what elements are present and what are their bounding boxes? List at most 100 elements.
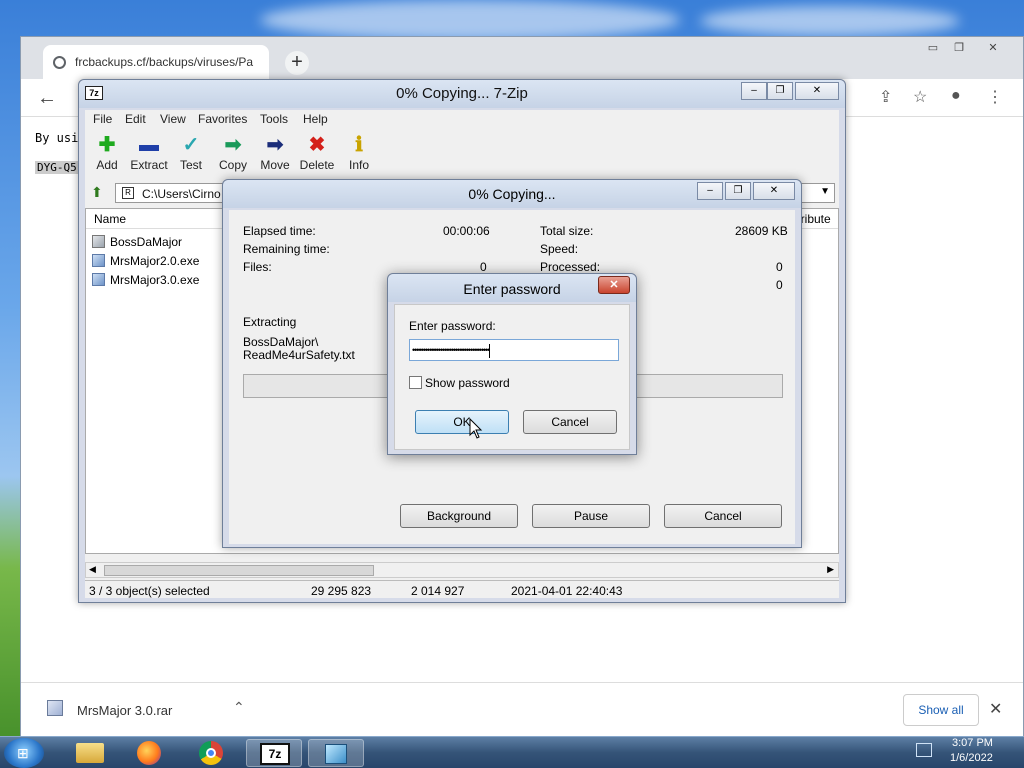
- browser-tab-title: frcbackups.cf/backups/viruses/Pa: [75, 55, 254, 69]
- page-key-text: DYG-Q5: [35, 161, 79, 174]
- 7zip-window-title: 0% Copying... 7-Zip: [396, 85, 528, 102]
- up-folder-icon[interactable]: ⬆: [91, 184, 103, 201]
- scroll-left-icon[interactable]: ◀: [89, 564, 96, 575]
- password-title-bar: Enter password ✕: [388, 274, 636, 302]
- share-icon[interactable]: ⇪: [879, 87, 892, 107]
- add-button[interactable]: ✚ Add: [87, 132, 127, 172]
- mouse-cursor-icon: [469, 418, 483, 439]
- close-icon[interactable]: ✕: [981, 41, 1005, 57]
- taskbar-chrome[interactable]: [184, 739, 240, 767]
- browser-tab[interactable]: frcbackups.cf/backups/viruses/Pa: [43, 45, 269, 79]
- star-icon[interactable]: ☆: [913, 87, 927, 107]
- taskbar-explorer[interactable]: [62, 739, 118, 767]
- test-button[interactable]: ✓ Test: [171, 132, 211, 172]
- new-tab-button[interactable]: +: [285, 51, 309, 75]
- close-icon[interactable]: ✕: [795, 82, 839, 100]
- password-input[interactable]: ••••••••••••••••••••••••••••••••••••: [409, 339, 619, 361]
- menu-bar: File Edit View Favorites Tools Help: [85, 110, 839, 128]
- copy-button[interactable]: ➡ Copy: [213, 132, 253, 172]
- windows-logo-icon: ⊞: [17, 745, 29, 761]
- profile-icon[interactable]: ●: [951, 87, 961, 105]
- taskbar-7zip[interactable]: 7z: [246, 739, 302, 767]
- file-row[interactable]: MrsMajor2.0.exe: [92, 252, 222, 270]
- taskbar-app[interactable]: [308, 739, 364, 767]
- minimize-icon[interactable]: ▭: [921, 41, 945, 57]
- taskbar: ⊞ 7z 3:07 PM 1/6/2022: [0, 736, 1024, 768]
- kebab-menu-icon[interactable]: ⋮: [987, 87, 1003, 107]
- show-all-button[interactable]: Show all: [903, 694, 979, 726]
- minimize-icon[interactable]: –: [697, 182, 723, 200]
- folder-icon: [76, 743, 104, 763]
- cancel-button[interactable]: Cancel: [664, 504, 782, 528]
- scrollbar-thumb[interactable]: [104, 565, 374, 576]
- menu-view[interactable]: View: [160, 112, 186, 126]
- menu-edit[interactable]: Edit: [125, 112, 146, 126]
- minimize-icon[interactable]: –: [741, 82, 767, 100]
- download-bar: MrsMajor 3.0.rar ⌃ Show all ✕: [21, 682, 1023, 737]
- elapsed-time-value: 00:00:06: [443, 224, 490, 238]
- status-modified: 2021-04-01 22:40:43: [511, 584, 623, 598]
- show-password-checkbox[interactable]: [409, 376, 422, 389]
- 7zip-toolbar: ✚ Add ▬ Extract ✓ Test ➡ Copy ➡ Move ✖ D…: [85, 130, 839, 178]
- chevron-up-icon[interactable]: ⌃: [233, 699, 245, 716]
- restore-icon[interactable]: ❐: [767, 82, 793, 100]
- close-icon[interactable]: ✕: [753, 182, 795, 200]
- plus-icon: ✚: [98, 134, 116, 156]
- file-name: MrsMajor2.0.exe: [110, 254, 200, 268]
- clock-time[interactable]: 3:07 PM: [952, 737, 993, 749]
- menu-help[interactable]: Help: [303, 112, 328, 126]
- ok-button[interactable]: OK: [415, 410, 509, 434]
- clock-date[interactable]: 1/6/2022: [950, 752, 993, 764]
- 7zip-logo-icon: 7z: [260, 743, 290, 765]
- menu-file[interactable]: File: [93, 112, 112, 126]
- restore-icon[interactable]: ❐: [947, 41, 971, 57]
- start-button[interactable]: ⊞: [4, 738, 44, 768]
- firefox-icon: [137, 741, 161, 765]
- copy-arrow-icon: ➡: [224, 134, 242, 156]
- files-value: 0: [480, 260, 487, 274]
- extracting-path-folder: BossDaMajor\: [243, 335, 319, 349]
- move-arrow-icon: ➡: [266, 134, 284, 156]
- password-field-label: Enter password:: [409, 319, 496, 333]
- password-masked-value: ••••••••••••••••••••••••••••••••••••: [412, 345, 490, 355]
- menu-tools[interactable]: Tools: [260, 112, 288, 126]
- scroll-right-icon[interactable]: ▶: [827, 564, 834, 575]
- file-name: BossDaMajor: [110, 235, 183, 249]
- cancel-button[interactable]: Cancel: [523, 410, 617, 434]
- download-item-name[interactable]: MrsMajor 3.0.rar: [77, 703, 172, 718]
- cube-icon: [325, 744, 347, 764]
- network-icon[interactable]: [916, 743, 932, 757]
- 7zip-title-bar: 7z 0% Copying... 7-Zip – ❐ ✕: [79, 80, 845, 108]
- show-password-label[interactable]: Show password: [425, 376, 510, 390]
- file-row[interactable]: MrsMajor3.0.exe: [92, 271, 222, 289]
- column-name[interactable]: Name: [94, 212, 126, 226]
- delete-button[interactable]: ✖ Delete: [297, 132, 337, 172]
- restore-icon[interactable]: ❐: [725, 182, 751, 200]
- file-row[interactable]: BossDaMajor: [92, 233, 222, 251]
- total-size-value: 28609 KB: [735, 224, 788, 238]
- exe-file-icon: [92, 273, 105, 286]
- browser-tab-bar: frcbackups.cf/backups/viruses/Pa + ▭ ❐ ✕: [21, 37, 1023, 79]
- pause-button[interactable]: Pause: [532, 504, 650, 528]
- close-icon[interactable]: ✕: [989, 699, 1002, 719]
- taskbar-firefox[interactable]: [122, 739, 178, 767]
- info-icon: ℹ: [355, 134, 363, 156]
- remaining-time-label: Remaining time:: [243, 242, 330, 256]
- move-button[interactable]: ➡ Move: [255, 132, 295, 172]
- chevron-down-icon[interactable]: ▼: [820, 186, 830, 197]
- status-bar: 3 / 3 object(s) selected 29 295 823 2 01…: [85, 580, 839, 598]
- close-icon[interactable]: ✕: [598, 276, 630, 294]
- info-button[interactable]: ℹ Info: [339, 132, 379, 172]
- extract-button[interactable]: ▬ Extract: [129, 132, 169, 172]
- exe-file-icon: [92, 254, 105, 267]
- files-label: Files:: [243, 260, 272, 274]
- menu-favorites[interactable]: Favorites: [198, 112, 247, 126]
- extracting-path-file: ReadMe4urSafety.txt: [243, 348, 355, 362]
- page-text: By usi: [35, 131, 79, 145]
- background-button[interactable]: Background: [400, 504, 518, 528]
- check-icon: ✓: [182, 134, 200, 156]
- horizontal-scrollbar[interactable]: ◀ ▶: [85, 562, 839, 578]
- status-selected: 3 / 3 object(s) selected: [89, 584, 210, 598]
- text-caret: [489, 343, 491, 358]
- back-arrow-icon[interactable]: ←: [37, 87, 57, 110]
